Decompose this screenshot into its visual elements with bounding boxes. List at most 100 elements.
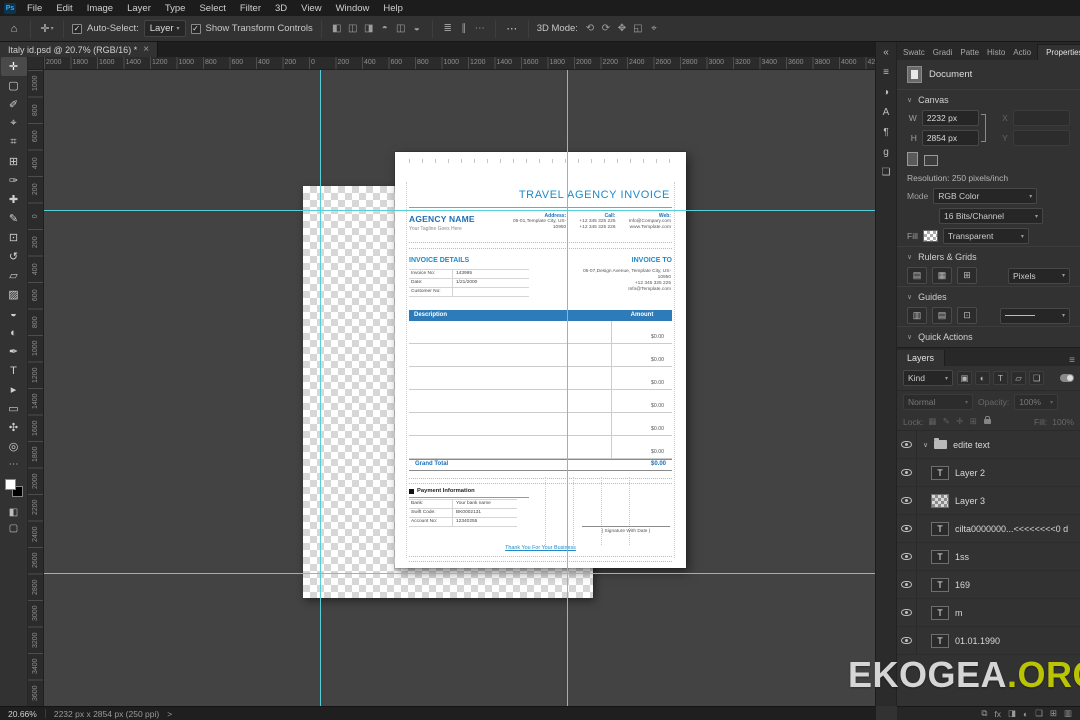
link-layers-icon[interactable]: ⧉ — [981, 708, 987, 719]
layer-visibility-toggle[interactable] — [897, 487, 917, 514]
align-middle-icon[interactable]: ◫ — [394, 20, 408, 38]
menu-item[interactable]: 3D — [268, 2, 294, 15]
layer-filter-kind-dropdown[interactable]: Kind ▾ — [903, 370, 953, 386]
guide-horizontal-2[interactable] — [44, 573, 875, 574]
3d-roll-icon[interactable]: ⟳ — [599, 20, 613, 38]
more-options-icon[interactable]: ⋯ — [504, 20, 520, 38]
lock-guides-icon[interactable]: ▤ — [932, 307, 952, 324]
menu-item[interactable]: Edit — [49, 2, 79, 15]
menu-item[interactable]: Help — [376, 2, 410, 15]
history-brush-tool[interactable]: ↺ — [1, 247, 27, 266]
align-bottom-icon[interactable]: ◒ — [410, 20, 424, 38]
character-panel-icon[interactable]: A — [878, 105, 894, 119]
brush-tool[interactable]: ✎ — [1, 209, 27, 228]
color-mode-dropdown[interactable]: RGB Color ▾ — [933, 188, 1038, 204]
tool-preset-icon[interactable]: ✛ ▾ — [39, 20, 55, 38]
toggle-rulers-icon[interactable]: ▤ — [907, 267, 927, 284]
layer-thumbnail[interactable]: T — [931, 521, 949, 536]
frame-tool[interactable]: ⊞ — [1, 152, 27, 171]
rectangle-tool[interactable]: ▭ — [1, 399, 27, 418]
menu-item[interactable]: View — [294, 2, 328, 15]
document-tab[interactable]: Italy id.psd @ 20.7% (RGB/16) * × — [0, 42, 159, 57]
filter-type-icon[interactable]: T — [993, 371, 1008, 385]
clone-stamp-tool[interactable]: ⊡ — [1, 228, 27, 247]
new-layer-icon[interactable]: ⊞ — [1050, 708, 1057, 719]
clear-guides-icon[interactable]: ⊡ — [957, 307, 977, 324]
layer-thumbnail[interactable]: T — [931, 633, 949, 648]
align-left-icon[interactable]: ◧ — [330, 20, 344, 38]
layer-name[interactable]: m — [955, 608, 963, 618]
panel-tab[interactable]: Actio — [1009, 45, 1035, 60]
layer-name[interactable]: edite text — [953, 440, 990, 450]
layer-style-icon[interactable]: fx — [994, 709, 1001, 719]
canvas-section-header[interactable]: ∨ Canvas — [897, 90, 1080, 108]
layers-panel-menu-icon[interactable]: ≡ — [1064, 355, 1080, 366]
screen-mode-icon[interactable]: ▢ — [1, 520, 27, 536]
height-field[interactable]: 2854 px — [921, 130, 979, 146]
menu-item[interactable]: Layer — [120, 2, 158, 15]
quick-mask-icon[interactable]: ◧ — [1, 504, 27, 520]
blend-mode-dropdown[interactable]: Normal ▾ — [903, 394, 973, 410]
paragraph-panel-icon[interactable]: ¶ — [878, 125, 894, 139]
menu-item[interactable]: Select — [192, 2, 232, 15]
add-layer-mask-icon[interactable]: ◨ — [1008, 708, 1016, 719]
marquee-tool[interactable]: ▢ — [1, 76, 27, 95]
distribute-horizontal-icon[interactable]: ≣ — [441, 20, 455, 38]
collapse-panels-icon[interactable]: « — [878, 45, 894, 59]
toggle-guides-icon[interactable]: ▥ — [907, 307, 927, 324]
layer-row[interactable]: T 169 — [897, 571, 1080, 599]
layer-thumbnail[interactable]: T — [931, 465, 949, 480]
guides-section-header[interactable]: ∨ Guides — [897, 287, 1080, 305]
glyphs-panel-icon[interactable]: ɡ — [878, 145, 894, 159]
menu-item[interactable]: Filter — [233, 2, 268, 15]
distribute-vertical-icon[interactable]: ∥ — [457, 20, 471, 38]
layer-thumbnail[interactable]: T — [931, 549, 949, 564]
menu-item[interactable]: Image — [80, 2, 120, 15]
status-chevron-icon[interactable]: > — [167, 709, 172, 719]
layer-visibility-toggle[interactable] — [897, 515, 917, 542]
guide-horizontal-1[interactable] — [44, 210, 875, 211]
align-center-horizontal-icon[interactable]: ◫ — [346, 20, 360, 38]
hand-tool[interactable]: ✣ — [1, 418, 27, 437]
close-tab-icon[interactable]: × — [143, 44, 149, 55]
menu-item[interactable]: File — [20, 2, 49, 15]
home-icon[interactable]: ⌂ — [6, 20, 22, 38]
panel-tab[interactable]: Gradi — [929, 45, 957, 60]
object-selection-tool[interactable]: ⌖ — [1, 114, 27, 133]
layer-name[interactable]: 169 — [955, 580, 970, 590]
ruler-units-dropdown[interactable]: Pixels ▾ — [1008, 267, 1070, 284]
guide-vertical-1[interactable] — [320, 70, 321, 706]
tab-layers[interactable]: Layers — [897, 350, 946, 366]
opacity-dropdown[interactable]: 100% ▾ — [1014, 394, 1059, 410]
pen-tool[interactable]: ✒ — [1, 342, 27, 361]
filter-pixel-icon[interactable]: ▣ — [957, 371, 972, 385]
layer-visibility-toggle[interactable] — [897, 431, 917, 458]
layer-row[interactable]: T 1ss — [897, 543, 1080, 571]
adjustment-layer-icon[interactable]: ◐ — [1023, 709, 1028, 719]
blur-tool[interactable]: ◒ — [1, 304, 27, 323]
layer-row[interactable]: ∨ edite text — [897, 431, 1080, 459]
toggle-grid-icon[interactable]: ▦ — [932, 267, 952, 284]
lock-icons[interactable]: ▦ ✎ ✛ ⊞ — [928, 416, 978, 427]
link-dimensions-icon[interactable] — [981, 114, 986, 142]
bit-depth-dropdown[interactable]: 16 Bits/Channel ▾ — [939, 208, 1043, 224]
libraries-panel-icon[interactable]: ❏ — [878, 165, 894, 179]
layer-row[interactable]: Tcilta0000000...<<<<<<<<0 d — [897, 515, 1080, 543]
ruler-vertical[interactable]: 1000 800 600 400 200 0 200 400 600 800 1000 1200 140… — [28, 70, 44, 706]
eraser-tool[interactable]: ▱ — [1, 266, 27, 285]
filter-adjustment-icon[interactable]: ◐ — [975, 371, 990, 385]
type-tool[interactable]: T — [1, 361, 27, 380]
layer-row[interactable]: T Layer 2 — [897, 459, 1080, 487]
filter-shape-icon[interactable]: ▱ — [1011, 371, 1026, 385]
3d-drag-icon[interactable]: ✥ — [615, 20, 629, 38]
layer-row[interactable]: Layer 3 — [897, 487, 1080, 515]
gradient-tool[interactable]: ▨ — [1, 285, 27, 304]
toggle-pixel-grid-icon[interactable]: ⊞ — [957, 267, 977, 284]
3d-rotate-icon[interactable]: ⟲ — [583, 20, 597, 38]
layer-visibility-toggle[interactable] — [897, 599, 917, 626]
foreground-color[interactable] — [4, 479, 16, 490]
tab-properties[interactable]: Properties — [1037, 44, 1080, 60]
auto-select-checkbox[interactable]: ✓ — [72, 23, 82, 34]
layer-name[interactable]: Layer 3 — [955, 496, 985, 506]
layer-name[interactable]: 01.01.1990 — [955, 636, 1000, 646]
